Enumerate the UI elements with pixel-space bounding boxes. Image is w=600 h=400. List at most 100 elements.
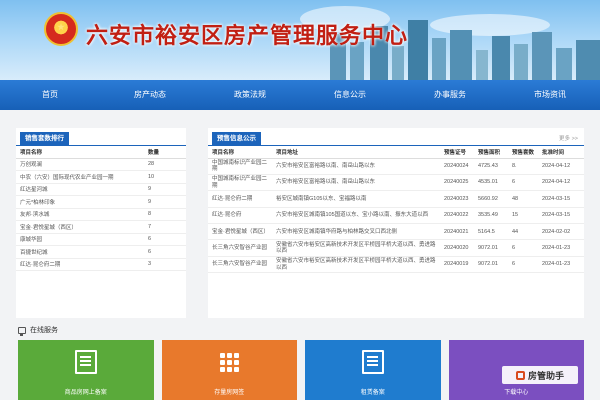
presale-area: 4725.43 bbox=[474, 158, 508, 175]
sales-count: 3 bbox=[144, 258, 186, 271]
service-rental-filing[interactable]: 租赁备案 bbox=[305, 340, 441, 400]
nav-item-notice[interactable]: 信息公示 bbox=[300, 80, 400, 110]
presale-cert-no: 20240019 bbox=[440, 256, 474, 274]
service-commercial-filing[interactable]: 商品房网上备案 bbox=[18, 340, 154, 400]
nav-item-market[interactable]: 市场资讯 bbox=[500, 80, 600, 110]
table-row[interactable]: 百捷世纪城 6 bbox=[16, 245, 186, 259]
service-resale-signing[interactable]: 存量房网签 bbox=[161, 340, 297, 400]
approval-date: 2024-01-23 bbox=[538, 239, 584, 257]
presale-cert-no: 20240022 bbox=[440, 207, 474, 225]
table-row[interactable]: 中国城南标识产业园二期 六安市裕安区富裕路以南、南岳山路以东 20240025 453… bbox=[208, 174, 584, 192]
presale-area: 3535.49 bbox=[474, 207, 508, 225]
project-name[interactable]: 宝金·君悦星城（西区） bbox=[16, 220, 144, 234]
service-label: 存量房网签 bbox=[214, 390, 245, 396]
presale-cert-no: 20240020 bbox=[440, 239, 474, 257]
sales-rank-table: 项目名称 数量 万创观澜 28 中农（六安）国际现代农业产业园一期 10 红达星河城… bbox=[16, 146, 186, 271]
table-row[interactable]: 友邦·滨水城 8 bbox=[16, 208, 186, 221]
presale-units: 44 bbox=[508, 223, 538, 241]
presale-cert-no: 20240021 bbox=[440, 223, 474, 241]
presale-cert-no: 20240023 bbox=[440, 190, 474, 208]
sales-rank-panel: 销售套数排行 项目名称 数量 万创观澜 28 中农（六安）国际现代农业产业园一期 1… bbox=[16, 128, 186, 318]
project-name[interactable]: 康城华园 bbox=[16, 233, 144, 246]
monitor-icon bbox=[18, 326, 26, 336]
watermark-text: 房管助手 bbox=[527, 370, 564, 381]
presale-area: 9072.01 bbox=[474, 256, 508, 274]
service-label: 商品房网上备案 bbox=[64, 390, 107, 396]
project-name[interactable]: 红达·昆仑府 bbox=[208, 207, 272, 225]
presale-units: 15 bbox=[508, 207, 538, 225]
presale-cert-no: 20240025 bbox=[440, 174, 474, 192]
project-name[interactable]: 红达星河城 bbox=[16, 183, 144, 196]
column-header: 预售面积 bbox=[474, 146, 508, 159]
project-name[interactable]: 中国城南标识产业园二期 bbox=[208, 158, 272, 175]
sales-count: 28 bbox=[144, 158, 186, 171]
nav-item-news[interactable]: 房产动态 bbox=[100, 80, 200, 110]
main-content: 销售套数排行 项目名称 数量 万创观澜 28 中农（六安）国际现代农业产业园一期 1… bbox=[16, 128, 584, 318]
presale-area: 9072.01 bbox=[474, 239, 508, 257]
sales-rank-header: 销售套数排行 bbox=[16, 128, 186, 146]
service-label: 租赁备案 bbox=[360, 390, 385, 396]
presale-cert-no: 20240024 bbox=[440, 158, 474, 175]
presale-units: 6 bbox=[508, 239, 538, 257]
project-name[interactable]: 广元*柏林印象 bbox=[16, 195, 144, 209]
online-services-title: 在线服务 bbox=[30, 327, 58, 334]
presale-units: 48 bbox=[508, 190, 538, 208]
project-address: 六安市裕安区城南镇105国道以东、宝小路以南、振东大道以西 bbox=[272, 207, 440, 225]
table-row[interactable]: 红达·昆仑府二期 3 bbox=[16, 258, 186, 271]
presale-header: 预售信息公示 更多 >> bbox=[208, 128, 584, 146]
table-row[interactable]: 广元*柏林印象 9 bbox=[16, 195, 186, 209]
table-row[interactable]: 中农（六安）国际现代农业产业园一期 10 bbox=[16, 170, 186, 184]
project-name[interactable]: 红达·昆仑府二期 bbox=[208, 190, 272, 208]
online-services-header: 在线服务 bbox=[18, 324, 58, 336]
presale-units: 8. bbox=[508, 158, 538, 175]
table-row[interactable]: 中国城南标识产业园二期 六安市裕安区富裕路以南、南岳山路以东 20240024 472… bbox=[208, 158, 584, 175]
project-address: 裕安区城南镇G105以东、宝福路以南 bbox=[272, 190, 440, 208]
service-download-center[interactable]: 下载中心 房管助手 bbox=[448, 340, 584, 400]
national-emblem-icon bbox=[44, 12, 78, 46]
project-name[interactable]: 中国城南标识产业园二期 bbox=[208, 174, 272, 192]
presale-units: 6 bbox=[508, 256, 538, 274]
table-row[interactable]: 长三角六安智谷产业园 安徽省六安市裕安区高新技术开发区平桥园平桥大道以西、勇进路以… bbox=[208, 256, 584, 274]
presale-area: 5164.5 bbox=[474, 223, 508, 241]
table-row[interactable]: 康城华园 6 bbox=[16, 233, 186, 246]
approval-date: 2024-04-12 bbox=[538, 174, 584, 192]
document-icon bbox=[361, 350, 384, 374]
table-row[interactable]: 宝金·君悦星城（西区） 六安市裕安区城南镇华府路与柏林路交叉口西北侧 2024002… bbox=[208, 223, 584, 241]
table-row[interactable]: 红达·昆仑府 六安市裕安区城南镇105国道以东、宝小路以南、振东大道以西 20240… bbox=[208, 207, 584, 225]
presale-units: 6 bbox=[508, 174, 538, 192]
project-name[interactable]: 万创观澜 bbox=[16, 158, 144, 171]
approval-date: 2024-02-02 bbox=[538, 223, 584, 241]
sales-rank-tab[interactable]: 销售套数排行 bbox=[20, 132, 69, 146]
more-link[interactable]: 更多 >> bbox=[559, 134, 578, 142]
project-name[interactable]: 长三角六安智谷产业园 bbox=[208, 256, 272, 274]
project-address: 六安市裕安区城南镇华府路与柏林路交叉口西北侧 bbox=[272, 223, 440, 241]
sales-count: 9 bbox=[144, 195, 186, 209]
project-name[interactable]: 中农（六安）国际现代农业产业园一期 bbox=[16, 170, 144, 184]
watermark-badge: 房管助手 bbox=[502, 366, 578, 384]
table-row[interactable]: 红达星河城 9 bbox=[16, 183, 186, 196]
table-row[interactable]: 宝金·君悦星城（西区） 7 bbox=[16, 220, 186, 234]
project-name[interactable]: 友邦·滨水城 bbox=[16, 208, 144, 221]
nav-item-service[interactable]: 办事服务 bbox=[400, 80, 500, 110]
project-name[interactable]: 红达·昆仑府二期 bbox=[16, 258, 144, 271]
presale-table: 项目名称 项目地址 预售证号 预售面积 预售套数 批准时间 中国城南标识产业园二… bbox=[208, 146, 584, 274]
sales-count: 9 bbox=[144, 183, 186, 196]
table-row[interactable]: 长三角六安智谷产业园 安徽省六安市裕安区高新技术开发区平桥园平桥大道以西、勇进路以… bbox=[208, 239, 584, 257]
project-name[interactable]: 百捷世纪城 bbox=[16, 245, 144, 259]
approval-date: 2024-03-15 bbox=[538, 207, 584, 225]
nav-item-policy[interactable]: 政策法规 bbox=[200, 80, 300, 110]
column-header: 预售证号 bbox=[440, 146, 474, 159]
table-row[interactable]: 红达·昆仑府二期 裕安区城南镇G105以东、宝福路以南 20240023 5660.9… bbox=[208, 190, 584, 208]
nav-item-home[interactable]: 首页 bbox=[0, 80, 100, 110]
project-name[interactable]: 长三角六安智谷产业园 bbox=[208, 239, 272, 257]
column-header: 项目地址 bbox=[272, 146, 440, 159]
sales-count: 8 bbox=[144, 208, 186, 221]
sales-count: 6 bbox=[144, 245, 186, 259]
presale-tab[interactable]: 预售信息公示 bbox=[212, 132, 261, 146]
project-name[interactable]: 宝金·君悦星城（西区） bbox=[208, 223, 272, 241]
approval-date: 2024-04-12 bbox=[538, 158, 584, 175]
table-row[interactable]: 万创观澜 28 bbox=[16, 158, 186, 171]
document-icon bbox=[74, 350, 97, 374]
house-icon bbox=[515, 370, 525, 380]
column-header: 数量 bbox=[144, 146, 186, 159]
